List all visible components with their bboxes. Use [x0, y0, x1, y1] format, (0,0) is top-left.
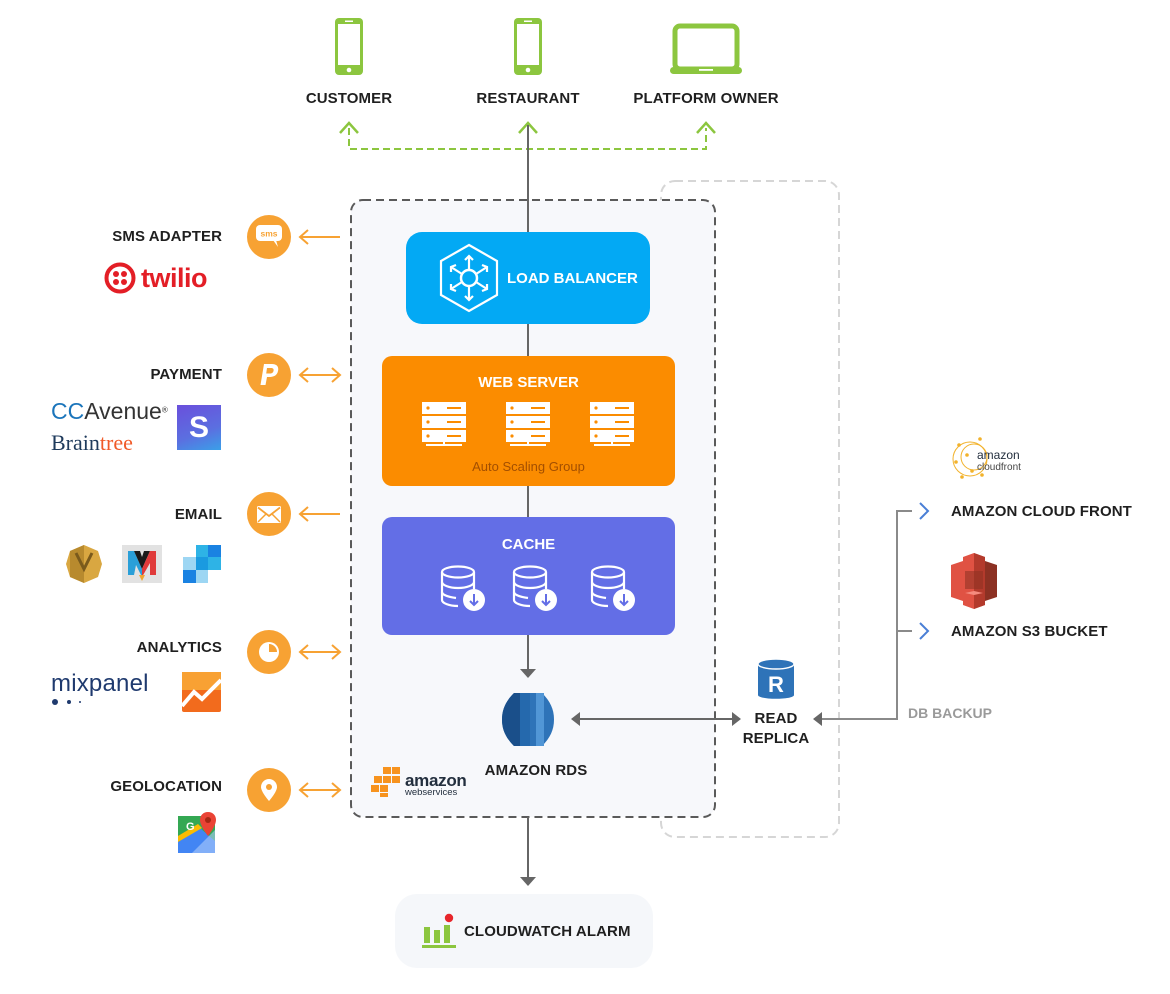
- platform-owner-laptop-icon: [670, 23, 742, 75]
- email-label: EMAIL: [174, 506, 222, 523]
- mandrill-logo: [122, 545, 162, 583]
- ccavenue-avenue: Avenue: [84, 398, 162, 424]
- cache-box[interactable]: CACHE: [382, 517, 675, 635]
- cache-db-icon: [512, 565, 557, 611]
- aws-webservices-text: webservices: [405, 786, 458, 798]
- cache-db-group: [440, 565, 640, 615]
- payment-label: PAYMENT: [150, 366, 222, 383]
- ccavenue-reg: ®: [161, 405, 168, 415]
- cloudwatch-arrow-head: [520, 877, 536, 886]
- restaurant-phone-icon: [514, 18, 542, 75]
- amazon-rds-icon[interactable]: [502, 691, 554, 748]
- svg-text:sms: sms: [260, 229, 277, 239]
- s3-arrow-head: [919, 622, 930, 640]
- aws-logo: amazon webservices: [371, 767, 467, 797]
- read-replica-icon[interactable]: R: [757, 658, 795, 701]
- stripe-logo: S: [177, 405, 221, 450]
- server-rack-icon: [590, 402, 634, 446]
- db-backup-line: [820, 510, 912, 720]
- customer-phone-icon: [335, 18, 363, 75]
- amazon-rds-label: AMAZON RDS: [484, 762, 588, 779]
- server-rack-icon: [422, 402, 466, 446]
- amazon-s3-label[interactable]: AMAZON S3 BUCKET: [951, 623, 1108, 640]
- cloudfront-logo: amazon cloudfront: [950, 433, 1032, 485]
- google-maps-logo: G: [178, 812, 218, 854]
- cloudwatch-alarm-label: CLOUDWATCH ALARM: [464, 922, 631, 940]
- map-pin-icon: [247, 768, 291, 812]
- aws-amazon-text: amazon: [405, 770, 467, 790]
- mixpanel-dots-icon: [52, 699, 81, 705]
- read-replica-line1: READ: [754, 710, 798, 727]
- twilio-mark-icon: [104, 262, 136, 294]
- cache-db-icon: [590, 565, 635, 611]
- ccavenue-cc: CC: [51, 398, 85, 424]
- pie-chart-icon: [247, 630, 291, 674]
- mixpanel-wordmark: mixpanel: [51, 670, 149, 697]
- amazon-s3-icon: [951, 553, 997, 609]
- load-balancer-label: LOAD BALANCER: [507, 269, 638, 287]
- cloudfront-arrow-head: [919, 502, 930, 520]
- cache-db-icon: [440, 565, 485, 611]
- google-g-letter: G: [186, 821, 195, 833]
- twilio-logo: twilio: [104, 262, 208, 294]
- web-server-box[interactable]: WEB SERVER Auto Scaling Group: [382, 356, 675, 486]
- cloudwatch-alarm-box[interactable]: CLOUDWATCH ALARM: [395, 894, 653, 968]
- server-group: [422, 402, 634, 447]
- mixpanel-logo: mixpanel: [51, 672, 149, 706]
- twilio-wordmark: twilio: [141, 262, 208, 293]
- braintree-logo: Braintree: [51, 432, 133, 454]
- db-backup-label: DB BACKUP: [908, 705, 992, 721]
- sms-adapter-label: SMS ADAPTER: [112, 228, 222, 245]
- envelope-icon: [247, 492, 291, 536]
- customer-label: CUSTOMER: [305, 90, 393, 107]
- server-rack-icon: [506, 402, 550, 446]
- paypal-icon: [247, 353, 291, 397]
- replica-r-letter: R: [768, 672, 784, 697]
- cloudwatch-icon: [422, 913, 456, 949]
- ccavenue-logo: CCAvenue®: [51, 400, 168, 423]
- read-replica-line2: REPLICA: [742, 730, 810, 747]
- cache-label: CACHE: [501, 536, 556, 553]
- web-server-label: WEB SERVER: [478, 374, 579, 391]
- auto-scaling-label: Auto Scaling Group: [472, 459, 585, 474]
- sms-icon: sms: [247, 215, 291, 259]
- braintree-part: Bra: [51, 430, 83, 455]
- load-balancer-box[interactable]: LOAD BALANCER: [406, 232, 650, 324]
- cloudfront-name-text: cloudfront: [977, 462, 1021, 473]
- braintree-part: n: [88, 430, 100, 455]
- read-replica-label: READ REPLICA: [735, 709, 817, 749]
- amazon-ses-logo: [66, 545, 102, 583]
- braintree-part: tree: [99, 430, 133, 455]
- stripe-letter: S: [188, 410, 209, 444]
- restaurant-label: RESTAURANT: [476, 90, 580, 107]
- sendgrid-logo: [183, 545, 221, 583]
- geolocation-label: GEOLOCATION: [110, 778, 222, 795]
- analytics-label: ANALYTICS: [136, 639, 222, 656]
- aws-cubes-icon: [371, 767, 400, 797]
- google-analytics-logo: [180, 672, 223, 712]
- platform-owner-label: PLATFORM OWNER: [633, 90, 779, 107]
- load-balancer-icon: [438, 243, 500, 313]
- amazon-cloudfront-label[interactable]: AMAZON CLOUD FRONT: [951, 503, 1132, 520]
- connector-layer: [298, 121, 930, 886]
- cloudfront-amazon-text: amazon: [977, 448, 1020, 462]
